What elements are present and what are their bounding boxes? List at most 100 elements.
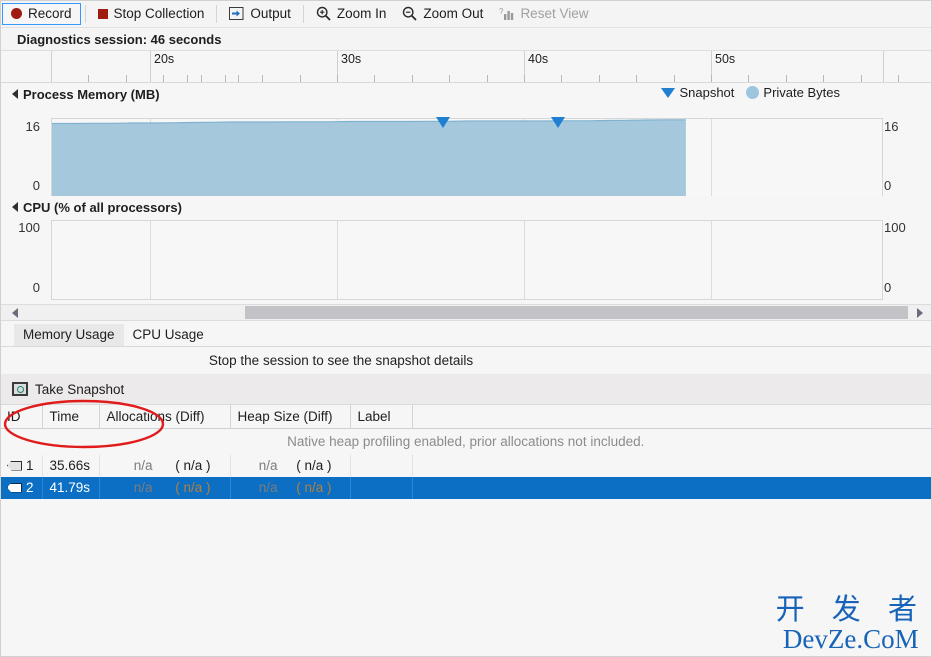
ruler-label-50s: 50s <box>715 52 736 66</box>
cpu-series-line <box>52 221 883 300</box>
cpu-axis-right-top: 100 <box>884 220 906 235</box>
stop-collection-button[interactable]: Stop Collection <box>90 3 213 25</box>
record-dot-icon <box>11 8 22 19</box>
memory-axis-left-bottom: 0 <box>32 178 40 193</box>
tab-cpu-usage[interactable]: CPU Usage <box>124 324 213 346</box>
timeline-ruler[interactable]: 20s 30s 40s 50s <box>0 51 932 83</box>
cell-allocations: n/a ( n/a ) <box>99 454 231 477</box>
zoom-in-button[interactable]: Zoom In <box>308 3 395 25</box>
legend-snapshot-label: Snapshot <box>679 85 735 100</box>
cell-label[interactable] <box>350 454 413 477</box>
snapshot-id-value: 1 <box>26 458 34 473</box>
watermark-en: DevZe.CoM <box>782 624 919 654</box>
tab-memory-usage[interactable]: Memory Usage <box>14 324 124 346</box>
snapshot-marker-icon <box>661 87 676 98</box>
snapshot-tag-icon <box>7 460 22 471</box>
zoom-out-label: Zoom Out <box>423 6 484 21</box>
output-button[interactable]: Output <box>221 3 299 25</box>
ruler-minor-tick <box>201 75 202 82</box>
private-bytes-swatch-icon <box>746 86 760 99</box>
diagnostics-session-bar: Diagnostics session: 46 seconds <box>0 28 932 51</box>
native-heap-note: Native heap profiling enabled, prior all… <box>287 434 645 450</box>
zoom-out-icon <box>402 6 418 21</box>
diagnostics-toolbar: Record Stop Collection Output Zoom In Zo… <box>0 0 932 28</box>
cell-id: 1 <box>0 454 43 477</box>
ruler-minor-tick <box>561 75 562 82</box>
ruler-minor-tick <box>599 75 600 82</box>
column-header-heap-size[interactable]: Heap Size (Diff) <box>230 405 351 429</box>
ruler-minor-tick <box>163 75 164 82</box>
snapshot-hint-label: Stop the session to see the snapshot det… <box>208 353 474 368</box>
heap-size-value: n/a <box>258 480 278 495</box>
ruler-gridline <box>51 51 52 82</box>
memory-axis-left-top: 16 <box>25 119 40 134</box>
legend-snapshot: Snapshot <box>661 85 734 100</box>
cell-spacer <box>412 476 932 499</box>
collapse-triangle-icon[interactable] <box>12 202 18 212</box>
memory-series-private-bytes <box>52 119 686 197</box>
allocations-diff-value: ( n/a ) <box>175 458 211 473</box>
take-snapshot-row: Take Snapshot <box>0 374 932 405</box>
reset-view-button[interactable]: ? Reset View <box>491 3 596 25</box>
cpu-axis-left-top: 100 <box>18 220 40 235</box>
column-header-label[interactable]: Label <box>350 405 413 429</box>
column-header-id[interactable]: ID <box>0 405 43 429</box>
tab-cpu-usage-label: CPU Usage <box>132 327 204 342</box>
take-snapshot-label: Take Snapshot <box>35 381 125 397</box>
snapshot-marker-2-icon[interactable] <box>551 117 565 128</box>
cell-heap-size: n/a ( n/a ) <box>230 454 351 477</box>
ruler-minor-tick <box>524 75 525 82</box>
memory-plot-area[interactable] <box>51 118 883 198</box>
output-button-label: Output <box>250 6 291 21</box>
cpu-plot-area[interactable] <box>51 220 883 300</box>
heap-size-value: n/a <box>258 458 278 473</box>
record-button[interactable]: Record <box>2 2 81 25</box>
cpu-axis-left-bottom: 0 <box>32 280 40 295</box>
column-header-allocations[interactable]: Allocations (Diff) <box>99 405 231 429</box>
cpu-chart: CPU (% of all processors) 100 0 100 0 <box>0 196 932 304</box>
ruler-minor-tick <box>238 75 239 82</box>
heap-size-diff-value: ( n/a ) <box>296 458 332 473</box>
legend-private-bytes-label: Private Bytes <box>763 85 840 100</box>
legend-private-bytes: Private Bytes <box>746 85 840 100</box>
ruler-minor-tick <box>487 75 488 82</box>
scroll-right-arrow-icon[interactable] <box>911 305 928 320</box>
snapshot-marker-1-icon[interactable] <box>436 117 450 128</box>
allocations-value: n/a <box>133 458 153 473</box>
cell-label[interactable] <box>350 476 413 499</box>
snapshot-id-value: 2 <box>26 480 34 495</box>
scroll-left-arrow-icon[interactable] <box>6 305 23 320</box>
ruler-gridline <box>150 51 151 82</box>
memory-axis-right-top: 16 <box>884 119 899 134</box>
svg-text:?: ? <box>499 7 504 16</box>
timeline-horizontal-scrollbar[interactable] <box>0 304 932 321</box>
allocations-diff-value: ( n/a ) <box>175 480 211 495</box>
scrollbar-thumb[interactable] <box>245 306 908 319</box>
collapse-triangle-icon[interactable] <box>12 89 18 99</box>
take-snapshot-button[interactable]: Take Snapshot <box>12 382 124 397</box>
ruler-minor-tick <box>861 75 862 82</box>
process-memory-chart: Process Memory (MB) Snapshot Private Byt… <box>0 83 932 198</box>
snapshots-table-header-row: ID Time Allocations (Diff) Heap Size (Di… <box>0 405 932 429</box>
reset-view-label: Reset View <box>520 6 589 21</box>
zoom-out-button[interactable]: Zoom Out <box>394 3 491 25</box>
ruler-minor-tick <box>711 75 712 82</box>
memory-chart-legend: Snapshot Private Bytes <box>661 85 840 100</box>
stop-square-icon <box>97 8 108 19</box>
column-header-spacer[interactable] <box>412 405 932 429</box>
cell-time: 41.79s <box>42 476 100 499</box>
cpu-axis-right-bottom: 0 <box>884 280 892 295</box>
column-header-time[interactable]: Time <box>42 405 100 429</box>
table-row[interactable]: 1 35.66s n/a ( n/a ) n/a ( n/a ) <box>0 454 932 477</box>
cell-spacer <box>412 454 932 477</box>
ruler-minor-tick <box>748 75 749 82</box>
ruler-minor-tick <box>823 75 824 82</box>
ruler-minor-tick <box>898 75 899 82</box>
ruler-minor-tick <box>187 75 188 82</box>
usage-tabs: Memory Usage CPU Usage <box>0 321 932 347</box>
record-button-label: Record <box>28 6 72 21</box>
memory-axis-right-bottom: 0 <box>884 178 892 193</box>
heap-size-diff-value: ( n/a ) <box>296 480 332 495</box>
ruler-minor-tick <box>412 75 413 82</box>
table-row[interactable]: 2 41.79s n/a ( n/a ) n/a ( n/a ) <box>0 476 932 499</box>
